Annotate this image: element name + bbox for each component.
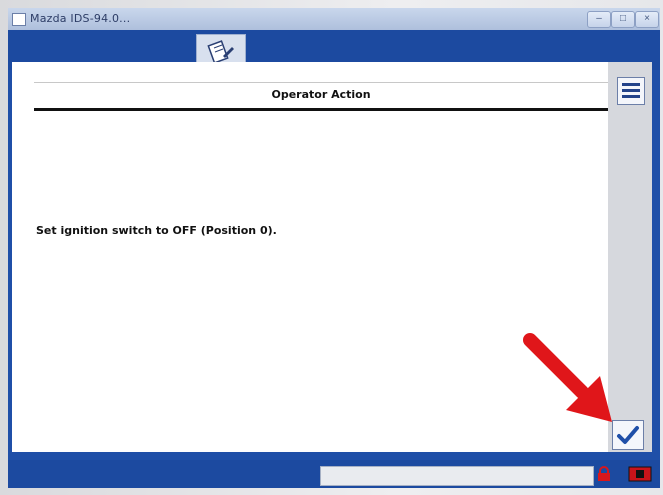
- app-icon: [12, 13, 26, 26]
- status-field: [320, 466, 594, 486]
- panel-header: Operator Action: [34, 76, 608, 111]
- list-button[interactable]: [617, 77, 645, 105]
- close-button[interactable]: ×: [635, 11, 659, 28]
- instruction-text: Set ignition switch to OFF (Position 0).: [36, 224, 277, 237]
- header-divider: [34, 82, 608, 83]
- maximize-button[interactable]: □: [611, 11, 635, 28]
- page-title: Operator Action: [271, 88, 371, 101]
- status-bar: [8, 460, 660, 488]
- exit-icon[interactable]: [628, 466, 652, 482]
- red-arrow-icon: [523, 333, 612, 422]
- window-title: Mazda IDS-94.0...: [30, 12, 131, 25]
- padlock-icon[interactable]: [596, 466, 612, 482]
- minimize-button[interactable]: –: [587, 11, 611, 28]
- title-bar: Mazda IDS-94.0... – □ ×: [8, 8, 660, 30]
